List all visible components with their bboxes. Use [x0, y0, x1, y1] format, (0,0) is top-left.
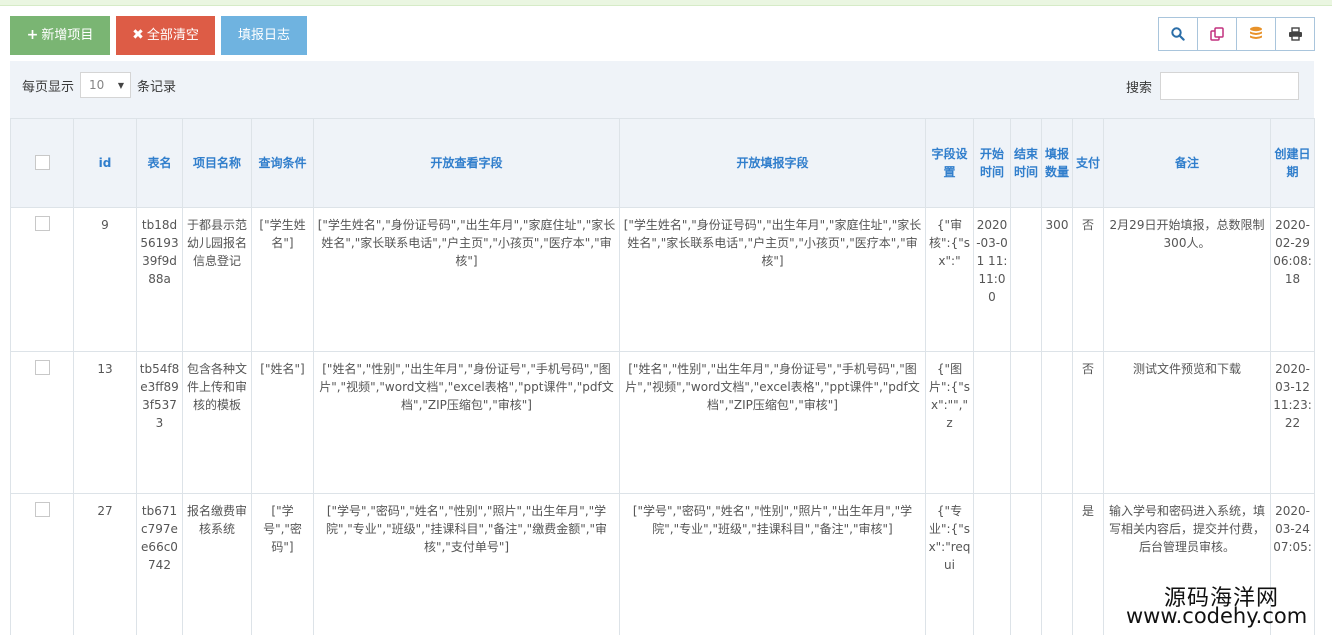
- cell-pay: 否: [1072, 207, 1104, 352]
- cell-project-name: 报名缴费审核系统: [182, 493, 252, 635]
- cell-view-fields: ["学号","密码","姓名","性别","照片","出生年月","学院","专…: [313, 493, 620, 635]
- header-field-settings[interactable]: 字段设置: [925, 118, 974, 208]
- row-select[interactable]: [10, 207, 74, 352]
- header-remark[interactable]: 备注: [1103, 118, 1271, 208]
- cell-project-name: 于都县示范幼儿园报名信息登记: [182, 207, 252, 352]
- cell-query: ["学生姓名"]: [251, 207, 314, 352]
- per-page-prefix: 每页显示: [22, 79, 75, 95]
- print-tool-button[interactable]: [1276, 18, 1314, 50]
- header-view-fields[interactable]: 开放查看字段: [313, 118, 620, 208]
- cell-field-settings: {"审核":{"sx":": [925, 207, 974, 352]
- chevron-down-icon: ▼: [117, 80, 125, 90]
- plus-icon: +: [26, 27, 39, 43]
- row-checkbox[interactable]: [34, 360, 50, 375]
- header-count[interactable]: 填报数量: [1041, 118, 1073, 208]
- print-icon: [1288, 27, 1302, 41]
- search-tool-button[interactable]: [1159, 18, 1198, 50]
- header-created[interactable]: 创建日期: [1270, 118, 1315, 208]
- cell-fill-fields: ["姓名","性别","出生年月","身份证号","手机号码","图片","视频…: [619, 351, 926, 494]
- cell-start-time: [973, 351, 1011, 494]
- table-row[interactable]: 27 tb671c797ee66c0742 报名缴费审核系统 ["学号","密码…: [10, 493, 1315, 635]
- header-table-name[interactable]: 表名: [136, 118, 183, 208]
- cell-query: ["学号","密码"]: [251, 493, 314, 635]
- row-select[interactable]: [10, 351, 74, 494]
- fill-log-button[interactable]: 填报日志: [221, 16, 307, 55]
- cell-table-name: tb54f8e3ff893f5373: [136, 351, 183, 494]
- cell-created: 2020-03-12 11:23:22: [1270, 351, 1315, 494]
- select-all-checkbox[interactable]: [34, 155, 50, 170]
- header-fill-fields[interactable]: 开放填报字段: [619, 118, 926, 208]
- project-table: id 表名 项目名称 查询条件 开放查看字段 开放填报字段 字段设置 开始时间 …: [10, 118, 1315, 635]
- cell-remark: 测试文件预览和下载: [1103, 351, 1271, 494]
- search-label: 搜索: [1125, 80, 1152, 96]
- copy-icon: [1210, 27, 1224, 41]
- table-row[interactable]: 13 tb54f8e3ff893f5373 包含各种文件上传和审核的模板 ["姓…: [10, 351, 1315, 494]
- table-tools: [1158, 17, 1315, 51]
- cell-field-settings: {"图片":{"sx":"","z: [925, 351, 974, 494]
- watermark: 源码海洋网 www.codehy.com: [1126, 580, 1332, 635]
- search-input[interactable]: [1160, 72, 1299, 100]
- export-tool-button[interactable]: [1237, 18, 1276, 50]
- cell-end-time: [1010, 207, 1042, 352]
- row-select[interactable]: [10, 493, 74, 635]
- toolbar: + 新增项目 ✖ 全部清空 填报日志: [10, 16, 307, 55]
- header-id[interactable]: id: [73, 118, 137, 208]
- header-start-time[interactable]: 开始时间: [973, 118, 1011, 208]
- row-checkbox[interactable]: [34, 502, 50, 517]
- table-controls: 每页显示 10 ▼ 条记录 搜索: [10, 61, 1314, 118]
- cell-view-fields: ["学生姓名","身份证号码","出生年月","家庭住址","家长姓名","家长…: [313, 207, 620, 352]
- cell-field-settings: {"专业":{"sx":"requi: [925, 493, 974, 635]
- cell-project-name: 包含各种文件上传和审核的模板: [182, 351, 252, 494]
- header-project-name[interactable]: 项目名称: [182, 118, 252, 208]
- cell-query: ["姓名"]: [251, 351, 314, 494]
- cell-remark: 2月29日开始填报，总数限制300人。: [1103, 207, 1271, 352]
- cell-table-name: tb18d5619339f9d88a: [136, 207, 183, 352]
- header-end-time[interactable]: 结束时间: [1010, 118, 1042, 208]
- database-icon: [1250, 26, 1262, 39]
- cell-start-time: [973, 493, 1011, 635]
- cell-id: 13: [73, 351, 137, 494]
- close-icon: ✖: [132, 27, 144, 43]
- clear-all-label: 全部清空: [146, 28, 199, 43]
- page-length-select[interactable]: 10 ▼: [80, 72, 132, 98]
- cell-start-time: 2020-03-01 11:11:00: [973, 207, 1011, 352]
- cell-count: 300: [1041, 207, 1073, 352]
- cell-count: [1041, 493, 1073, 635]
- search-icon: [1171, 27, 1185, 41]
- notice-strip: [0, 0, 1332, 6]
- per-page-suffix: 条记录: [137, 79, 177, 95]
- cell-id: 9: [73, 207, 137, 352]
- cell-end-time: [1010, 351, 1042, 494]
- copy-tool-button[interactable]: [1198, 18, 1237, 50]
- cell-end-time: [1010, 493, 1042, 635]
- watermark-url: www.codehy.com: [1126, 604, 1308, 628]
- row-checkbox[interactable]: [34, 216, 50, 231]
- cell-pay: 否: [1072, 351, 1104, 494]
- cell-created: 2020-02-29 06:08:18: [1270, 207, 1315, 352]
- table-row[interactable]: 9 tb18d5619339f9d88a 于都县示范幼儿园报名信息登记 ["学生…: [10, 207, 1315, 352]
- header-select-all[interactable]: [10, 118, 74, 208]
- add-project-label: 新增项目: [41, 28, 94, 43]
- add-project-button[interactable]: + 新增项目: [10, 16, 110, 55]
- cell-id: 27: [73, 493, 137, 635]
- table-header-row: id 表名 项目名称 查询条件 开放查看字段 开放填报字段 字段设置 开始时间 …: [10, 118, 1315, 208]
- fill-log-label: 填报日志: [237, 28, 290, 43]
- cell-pay: 是: [1072, 493, 1104, 635]
- page-length-value: 10: [89, 78, 105, 92]
- page-length-control: 每页显示 10 ▼ 条记录: [22, 72, 176, 98]
- cell-count: [1041, 351, 1073, 494]
- header-query[interactable]: 查询条件: [251, 118, 314, 208]
- cell-fill-fields: ["学生姓名","身份证号码","出生年月","家庭住址","家长姓名","家长…: [619, 207, 926, 352]
- header-pay[interactable]: 支付: [1072, 118, 1104, 208]
- clear-all-button[interactable]: ✖ 全部清空: [116, 16, 215, 55]
- table-search: 搜索: [1126, 72, 1299, 100]
- cell-view-fields: ["姓名","性别","出生年月","身份证号","手机号码","图片","视频…: [313, 351, 620, 494]
- cell-fill-fields: ["学号","密码","姓名","性别","照片","出生年月","学院","专…: [619, 493, 926, 635]
- cell-table-name: tb671c797ee66c0742: [136, 493, 183, 635]
